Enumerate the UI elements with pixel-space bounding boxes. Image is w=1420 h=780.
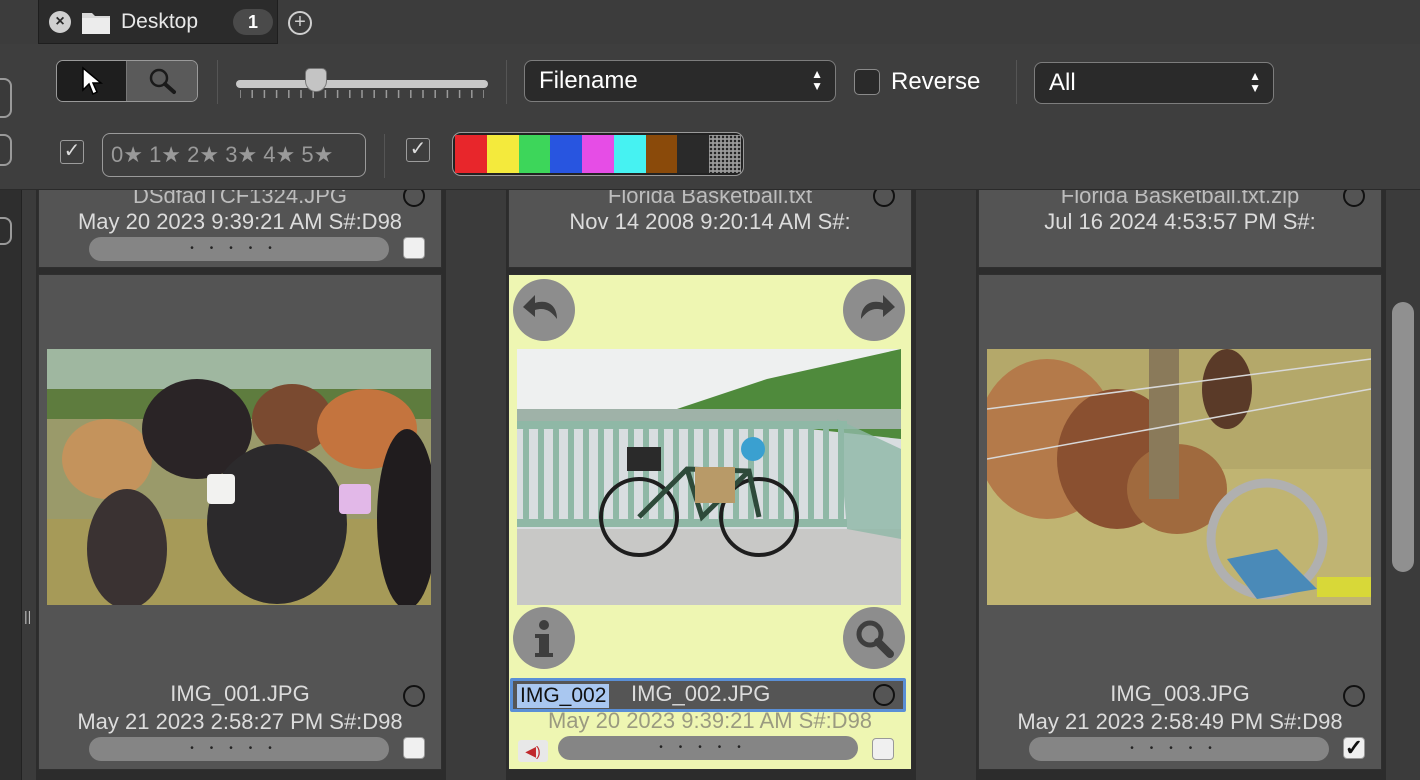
- color-label-swatch[interactable]: [645, 135, 678, 173]
- rating-bar[interactable]: •••••: [1029, 737, 1329, 761]
- file-name: IMG_002.JPG: [631, 681, 771, 706]
- select-circle[interactable]: [1343, 685, 1365, 707]
- rating-filter-checkbox[interactable]: ✓: [60, 140, 84, 164]
- tab-count-badge: 1: [233, 9, 273, 35]
- side-panel-button[interactable]: [0, 134, 12, 166]
- side-panel-button[interactable]: [0, 78, 12, 118]
- info-icon: [535, 620, 553, 657]
- select-tool-button[interactable]: [57, 61, 127, 101]
- rename-field[interactable]: IMG_002 IMG_002.JPG: [510, 678, 906, 712]
- color-label-swatch[interactable]: [613, 135, 646, 173]
- bicycle-photo: [517, 349, 901, 605]
- divider: [217, 60, 218, 104]
- arrow-pointer-icon: [81, 66, 103, 96]
- thumbnail-image[interactable]: [47, 349, 431, 605]
- color-label-swatch[interactable]: [677, 135, 710, 173]
- filter-value: All: [1049, 69, 1076, 96]
- filter-select[interactable]: All ▲ ▼: [1034, 62, 1274, 104]
- thumbnail-image[interactable]: [517, 349, 901, 605]
- file-card[interactable]: DSdfadTCF1324.JPG May 20 2023 9:39:21 AM…: [38, 190, 442, 268]
- sidebar-collapsed: [0, 190, 22, 780]
- folder-icon: [82, 13, 110, 34]
- divider: [506, 60, 507, 104]
- label-checkbox[interactable]: [403, 237, 425, 259]
- rename-selection[interactable]: IMG_002: [517, 684, 610, 708]
- label-checkbox[interactable]: [403, 737, 425, 759]
- color-label-swatch[interactable]: [709, 135, 742, 173]
- zoom-tool-button[interactable]: [127, 61, 197, 101]
- file-meta: May 20 2023 9:39:21 AM S#:D98: [547, 708, 873, 733]
- file-meta: May 20 2023 9:39:21 AM S#:D98: [77, 209, 403, 234]
- slider-track: [236, 80, 488, 88]
- thumbnail-image[interactable]: [987, 349, 1371, 605]
- select-circle[interactable]: [403, 685, 425, 707]
- file-meta: Jul 16 2024 4:53:57 PM S#:: [1044, 209, 1316, 234]
- reverse-checkbox[interactable]: [854, 69, 880, 95]
- rotate-left-icon: [523, 295, 557, 319]
- select-circle[interactable]: [873, 684, 895, 706]
- tool-selector: [56, 60, 198, 102]
- calves-bicycle-photo: [987, 349, 1371, 605]
- sort-by-value: Filename: [539, 67, 638, 94]
- rotate-left-button[interactable]: [513, 279, 575, 341]
- cows-photo: [47, 349, 431, 605]
- updown-arrows-icon: ▲ ▼: [1249, 69, 1261, 95]
- rating-bar[interactable]: •••••: [558, 736, 858, 760]
- color-label-filter[interactable]: [452, 132, 744, 176]
- speaker-icon[interactable]: ◀): [518, 740, 548, 762]
- divider: [1016, 60, 1017, 104]
- tab-desktop[interactable]: × Desktop 1: [38, 0, 278, 44]
- divider: [384, 134, 385, 178]
- sort-by-select[interactable]: Filename ▲ ▼: [524, 60, 836, 102]
- file-card[interactable]: Florida Basketball.txt Nov 14 2008 9:20:…: [508, 190, 912, 268]
- color-filter-checkbox[interactable]: ✓: [406, 138, 430, 162]
- color-label-swatch[interactable]: [550, 135, 583, 173]
- file-name: Florida Basketball.txt: [607, 190, 813, 208]
- toolbar: Filename ▲ ▼ Reverse All ▲ ▼ ✓ 0★ 1★ 2★ 3★…: [0, 44, 1420, 190]
- rating-bar[interactable]: •••••: [89, 737, 389, 761]
- magnifier-icon: [856, 620, 894, 658]
- side-panel-button[interactable]: [0, 217, 12, 245]
- rotate-right-button[interactable]: [843, 279, 905, 341]
- file-card[interactable]: IMG_003.JPG May 21 2023 2:58:49 PM S#:D9…: [978, 274, 1382, 770]
- info-button[interactable]: [513, 607, 575, 669]
- file-card[interactable]: IMG_001.JPG May 21 2023 2:58:27 PM S#:D9…: [38, 274, 442, 770]
- tab-strip: × Desktop 1 +: [0, 0, 1420, 44]
- reverse-label: Reverse: [891, 68, 981, 95]
- rotate-right-icon: [861, 295, 895, 319]
- file-meta: Nov 14 2008 9:20:14 AM S#:: [569, 209, 851, 234]
- color-label-swatch[interactable]: [582, 135, 614, 173]
- thumbnail-size-slider[interactable]: [236, 68, 488, 104]
- vertical-scrollbar[interactable]: [1392, 302, 1414, 572]
- magnifier-icon: [149, 68, 176, 94]
- rating-filter[interactable]: 0★ 1★ 2★ 3★ 4★ 5★: [102, 133, 366, 177]
- tab-title: Desktop: [121, 10, 199, 33]
- zoom-button[interactable]: [843, 607, 905, 669]
- color-label-swatch[interactable]: [455, 135, 487, 173]
- updown-arrows-icon: ▲ ▼: [811, 67, 823, 93]
- color-label-swatch[interactable]: [486, 135, 519, 173]
- file-name[interactable]: IMG_001.JPG: [39, 681, 441, 707]
- file-card[interactable]: Florida Basketball.txt.zip Jul 16 2024 4…: [978, 190, 1382, 268]
- add-tab-icon[interactable]: +: [288, 11, 312, 35]
- rating-bar[interactable]: •••••: [89, 237, 389, 261]
- file-name: Florida Basketball.txt.zip: [1060, 190, 1300, 208]
- resize-handle-icon[interactable]: ||: [24, 608, 31, 624]
- file-meta: May 21 2023 2:58:49 PM S#:D98: [1017, 709, 1343, 734]
- label-checkbox[interactable]: [872, 738, 894, 760]
- color-label-swatch[interactable]: [518, 135, 551, 173]
- browser-content: || DSdfadTCF1324.JPG May 20 2023 9:39:21…: [0, 190, 1420, 780]
- file-name[interactable]: IMG_003.JPG: [979, 681, 1381, 707]
- file-meta: May 21 2023 2:58:27 PM S#:D98: [77, 709, 403, 734]
- close-tab-icon[interactable]: ×: [49, 11, 71, 33]
- file-name: DSdfadTCF1324.JPG: [133, 190, 347, 208]
- label-checkbox[interactable]: ✓: [1343, 737, 1365, 759]
- slider-knob[interactable]: [305, 68, 327, 92]
- slider-ticks: [240, 90, 484, 98]
